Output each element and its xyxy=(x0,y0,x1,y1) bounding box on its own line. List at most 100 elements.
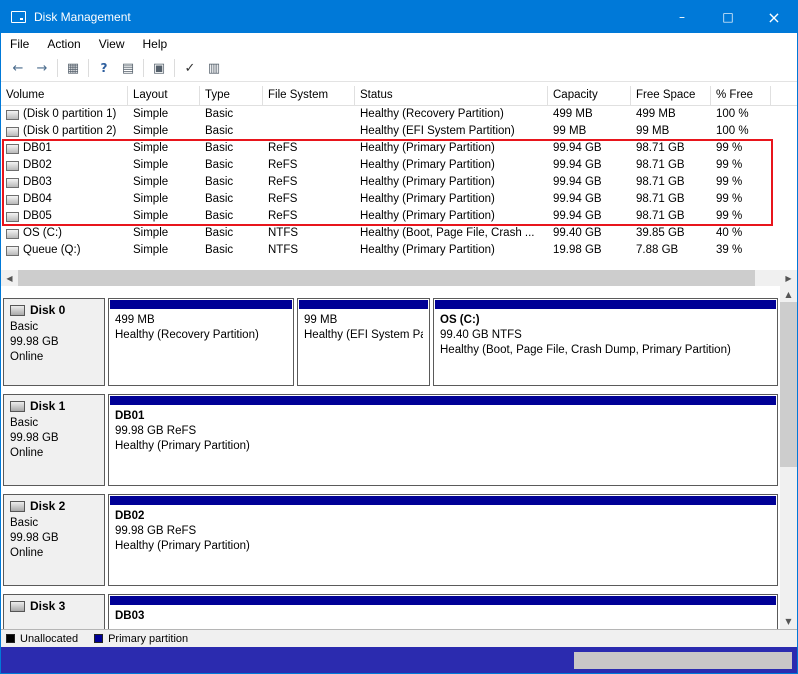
column-header-status[interactable]: Status xyxy=(355,86,548,106)
volume-status: Healthy (Primary Partition) xyxy=(355,242,548,259)
vertical-scrollbar-thumb[interactable] xyxy=(780,302,797,467)
column-header-volume[interactable]: Volume xyxy=(1,86,128,106)
horizontal-scrollbar-track[interactable] xyxy=(755,270,780,286)
volume-table-header: Volume Layout Type File System Status Ca… xyxy=(1,86,797,106)
vertical-scrollbar-track[interactable] xyxy=(780,302,797,613)
scroll-up-icon[interactable]: ▲ xyxy=(780,286,797,302)
partition-db01[interactable]: DB01 99.98 GB ReFS Healthy (Primary Part… xyxy=(108,394,778,486)
legend-primary-partition: Primary partition xyxy=(94,633,188,645)
check-icon[interactable]: ✓ xyxy=(178,57,202,79)
forward-icon[interactable]: → xyxy=(30,57,54,79)
partition-recovery[interactable]: 499 MB Healthy (Recovery Partition) xyxy=(108,298,294,386)
partition-os-c[interactable]: OS (C:) 99.40 GB NTFS Healthy (Boot, Pag… xyxy=(433,298,778,386)
volume-free-space: 98.71 GB xyxy=(631,157,711,174)
volume-capacity: 99.94 GB xyxy=(548,157,631,174)
disk-icon xyxy=(10,601,25,612)
help-icon[interactable]: ? xyxy=(92,57,116,79)
volume-icon xyxy=(6,246,19,256)
volume-layout: Simple xyxy=(128,157,200,174)
volume-icon xyxy=(6,178,19,188)
disk-name: Disk 2 xyxy=(30,499,65,513)
disk-0-partitions: 499 MB Healthy (Recovery Partition) 99 M… xyxy=(108,298,778,386)
disk-1-header[interactable]: Disk 1 Basic 99.98 GB Online xyxy=(3,394,105,486)
menu-help[interactable]: Help xyxy=(134,33,177,55)
volume-capacity: 499 MB xyxy=(548,106,631,123)
partition-db03[interactable]: DB03 xyxy=(108,594,778,629)
volume-name: DB02 xyxy=(23,157,52,174)
graphical-view-content: Disk 0 Basic 99.98 GB Online 499 MB Heal… xyxy=(1,286,780,629)
maximize-button[interactable]: □ xyxy=(705,1,751,33)
toolbar-separator xyxy=(88,59,89,77)
volume-row[interactable]: DB02 Simple Basic ReFS Healthy (Primary … xyxy=(1,157,797,174)
vertical-scrollbar[interactable]: ▲ ▼ xyxy=(780,286,797,629)
volume-row[interactable]: (Disk 0 partition 1) Simple Basic Health… xyxy=(1,106,797,123)
partition-label: DB02 xyxy=(115,509,771,524)
disk-type: Basic xyxy=(10,416,98,431)
toolbar: ← → ▦ ? ▤ ▣ ✓ ▥ xyxy=(1,55,797,82)
volume-status: Healthy (Recovery Partition) xyxy=(355,106,548,123)
show-console-tree-icon[interactable]: ▦ xyxy=(61,57,85,79)
volume-layout: Simple xyxy=(128,140,200,157)
volume-row[interactable]: (Disk 0 partition 2) Simple Basic Health… xyxy=(1,123,797,140)
disk-row-0: Disk 0 Basic 99.98 GB Online 499 MB Heal… xyxy=(3,298,778,386)
volume-icon xyxy=(6,127,19,137)
volume-name: Queue (Q:) xyxy=(23,242,81,259)
column-header-type[interactable]: Type xyxy=(200,86,263,106)
column-header-capacity[interactable]: Capacity xyxy=(548,86,631,106)
disk-row-1: Disk 1 Basic 99.98 GB Online DB01 99.98 … xyxy=(3,394,778,486)
disk-3-partitions: DB03 xyxy=(108,594,778,629)
volume-type: Basic xyxy=(200,157,263,174)
volume-file-system: ReFS xyxy=(263,140,355,157)
disk-name: Disk 3 xyxy=(30,599,65,613)
volume-pct-free: 40 % xyxy=(711,225,771,242)
disk-name: Disk 1 xyxy=(30,399,65,413)
volume-list-pane: Volume Layout Type File System Status Ca… xyxy=(1,82,797,270)
partition-size: 99.40 GB NTFS xyxy=(440,328,771,343)
volume-name: DB05 xyxy=(23,208,52,225)
volume-row[interactable]: DB01 Simple Basic ReFS Healthy (Primary … xyxy=(1,140,797,157)
volume-status: Healthy (Primary Partition) xyxy=(355,208,548,225)
primary-partition-band xyxy=(110,496,776,505)
close-button[interactable]: × xyxy=(751,1,797,33)
volume-row[interactable]: DB04 Simple Basic ReFS Healthy (Primary … xyxy=(1,191,797,208)
list-view-icon[interactable]: ▥ xyxy=(202,57,226,79)
menu-view[interactable]: View xyxy=(90,33,134,55)
disk-status: Online xyxy=(10,446,98,461)
volume-row[interactable]: DB05 Simple Basic ReFS Healthy (Primary … xyxy=(1,208,797,225)
show-action-pane-icon[interactable]: ▣ xyxy=(147,57,171,79)
horizontal-scrollbar[interactable]: ◀ ▶ xyxy=(1,270,797,286)
menu-action[interactable]: Action xyxy=(38,33,89,55)
back-icon[interactable]: ← xyxy=(6,57,30,79)
volume-free-space: 98.71 GB xyxy=(631,174,711,191)
column-header-free-space[interactable]: Free Space xyxy=(631,86,711,106)
volume-icon xyxy=(6,229,19,239)
volume-file-system: NTFS xyxy=(263,242,355,259)
disk-2-header[interactable]: Disk 2 Basic 99.98 GB Online xyxy=(3,494,105,586)
volume-row[interactable]: DB03 Simple Basic ReFS Healthy (Primary … xyxy=(1,174,797,191)
volume-capacity: 99.40 GB xyxy=(548,225,631,242)
partition-efi[interactable]: 99 MB Healthy (EFI System Pa xyxy=(297,298,430,386)
column-header-file-system[interactable]: File System xyxy=(263,86,355,106)
volume-capacity: 99.94 GB xyxy=(548,191,631,208)
disk-3-header[interactable]: Disk 3 xyxy=(3,594,105,629)
column-header-layout[interactable]: Layout xyxy=(128,86,200,106)
scroll-right-icon[interactable]: ▶ xyxy=(780,270,797,286)
partition-label: OS (C:) xyxy=(440,313,771,328)
properties-icon[interactable]: ▤ xyxy=(116,57,140,79)
volume-row[interactable]: OS (C:) Simple Basic NTFS Healthy (Boot,… xyxy=(1,225,797,242)
scroll-down-icon[interactable]: ▼ xyxy=(780,613,797,629)
partition-size: 499 MB xyxy=(115,313,287,328)
volume-free-space: 98.71 GB xyxy=(631,140,711,157)
volume-pct-free: 39 % xyxy=(711,242,771,259)
minimize-button[interactable]: – xyxy=(659,1,705,33)
disk-icon xyxy=(10,501,25,512)
menu-file[interactable]: File xyxy=(1,33,38,55)
partition-db02[interactable]: DB02 99.98 GB ReFS Healthy (Primary Part… xyxy=(108,494,778,586)
primary-partition-band xyxy=(110,396,776,405)
volume-row[interactable]: Queue (Q:) Simple Basic NTFS Healthy (Pr… xyxy=(1,242,797,259)
volume-pct-free: 100 % xyxy=(711,123,771,140)
disk-0-header[interactable]: Disk 0 Basic 99.98 GB Online xyxy=(3,298,105,386)
scroll-left-icon[interactable]: ◀ xyxy=(1,270,18,286)
horizontal-scrollbar-thumb[interactable] xyxy=(18,270,755,286)
column-header-pct-free[interactable]: % Free xyxy=(711,86,771,106)
